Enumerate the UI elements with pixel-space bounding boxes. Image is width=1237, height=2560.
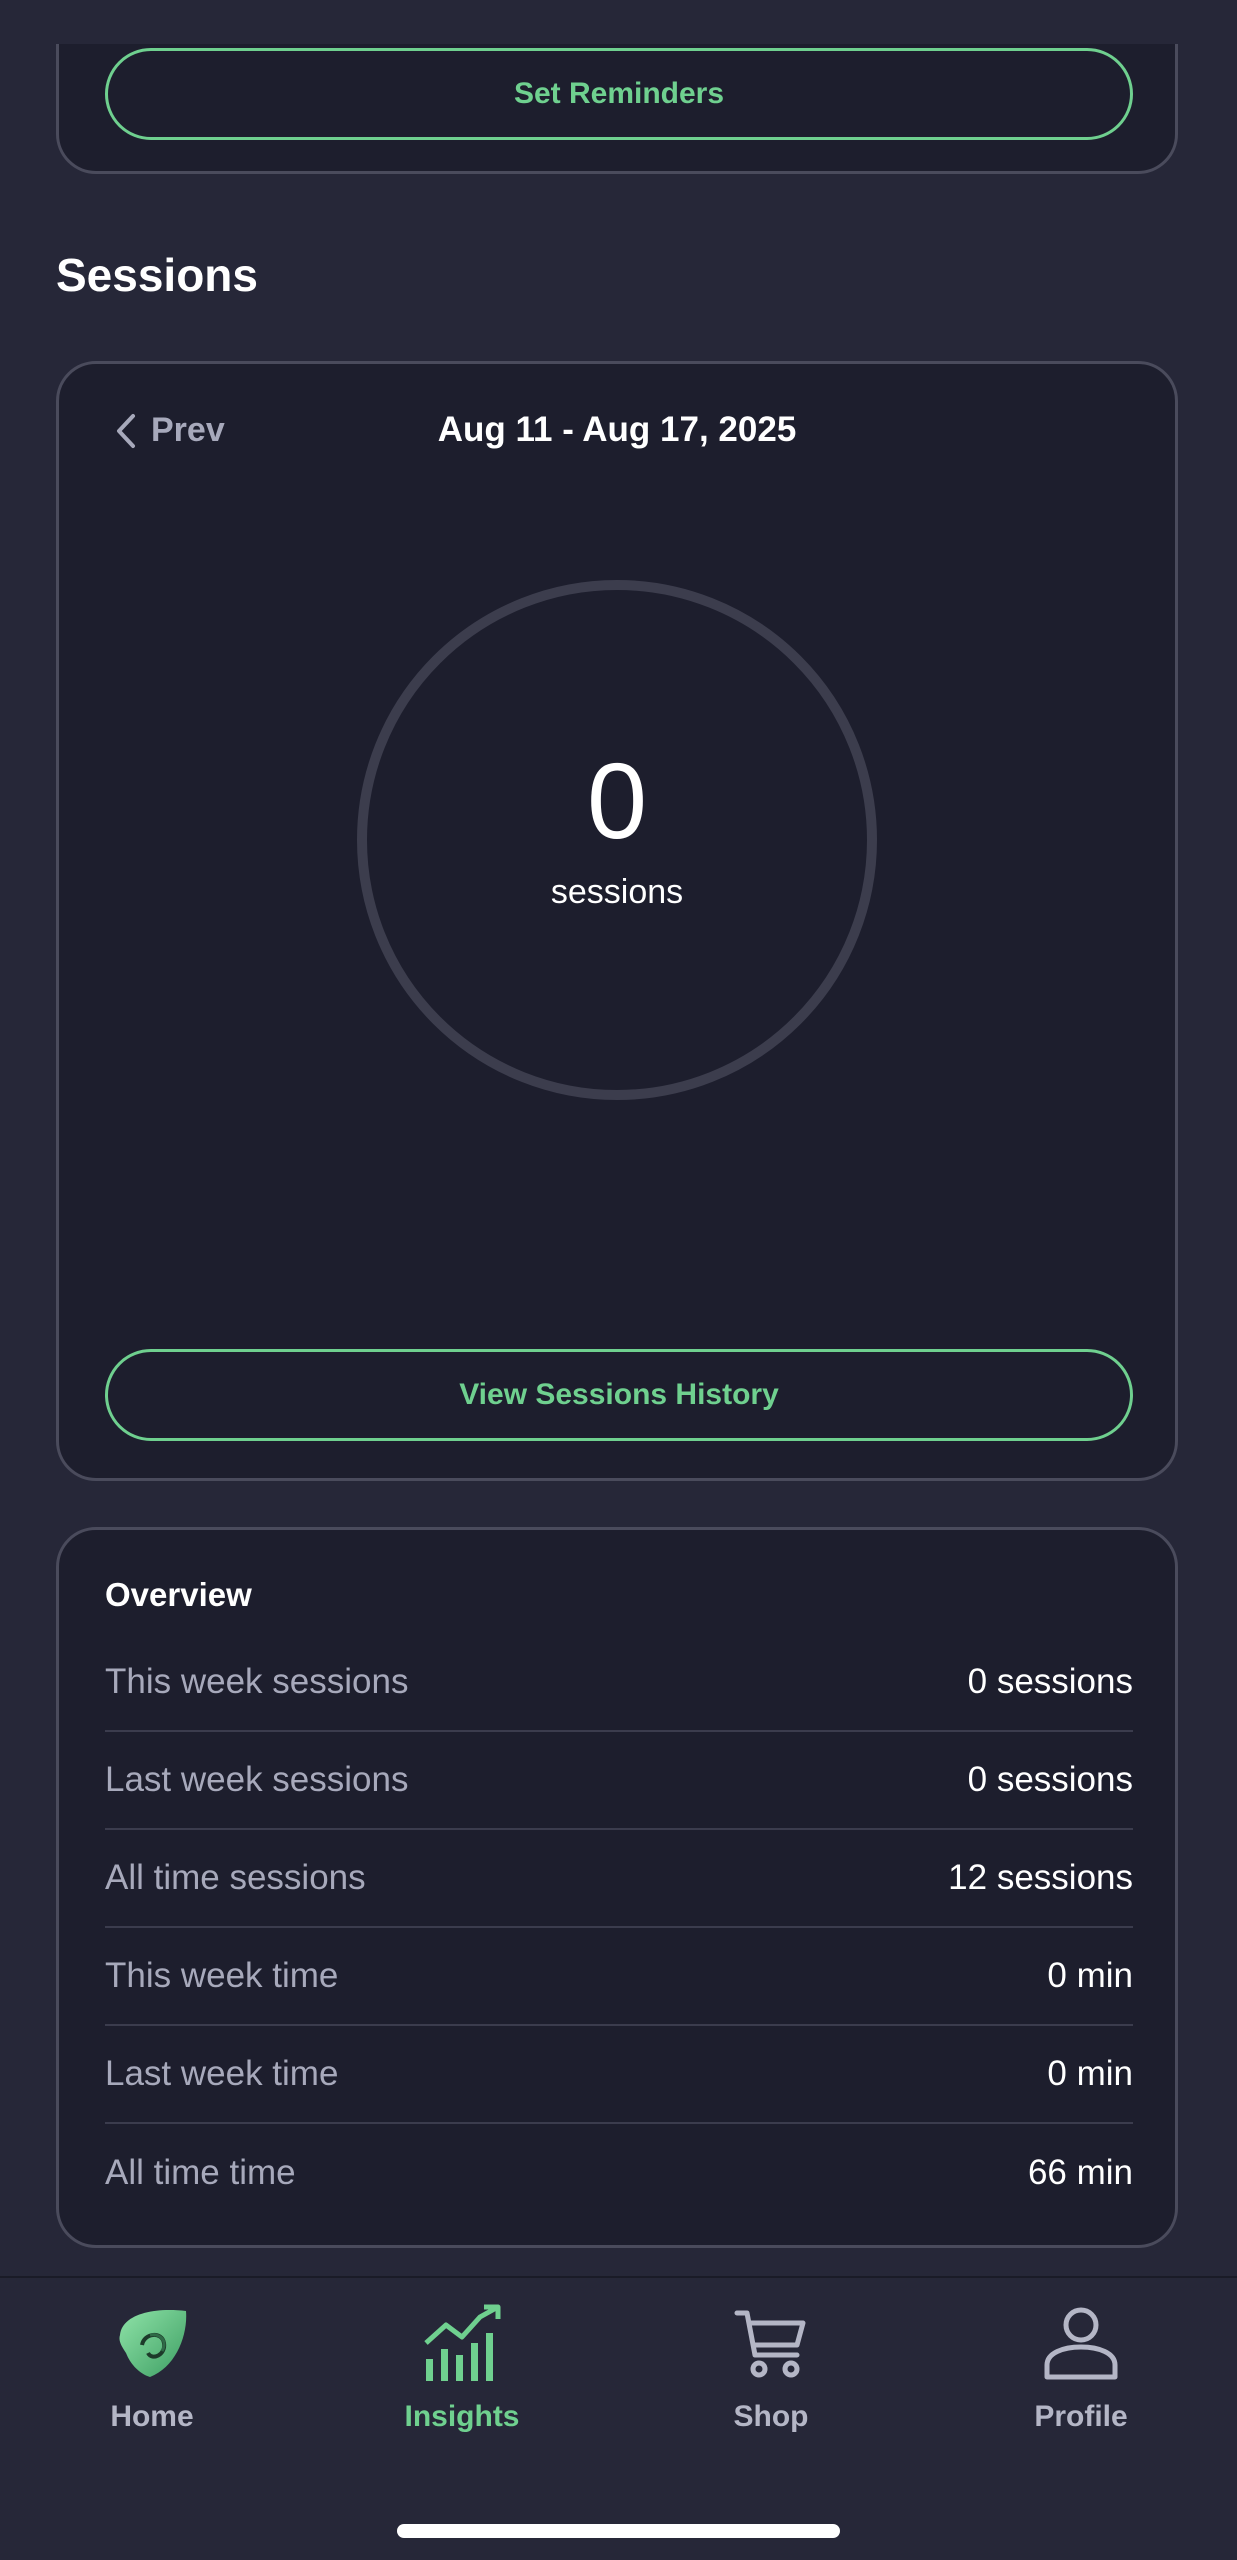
overview-list: This week sessions 0 sessions Last week … (105, 1634, 1133, 2222)
week-range: Aug 11 - Aug 17, 2025 (437, 410, 797, 449)
set-reminders-button[interactable]: Set Reminders (105, 48, 1133, 140)
person-icon (1041, 2298, 1121, 2388)
overview-row-label: All time time (105, 2153, 296, 2192)
overview-row-value: 0 min (1047, 1956, 1133, 1995)
tab-insights[interactable]: Insights (362, 2298, 562, 2448)
sessions-card: Prev Aug 11 - Aug 17, 2025 0 sessions Vi… (56, 361, 1178, 1481)
chart-icon (422, 2298, 502, 2388)
overview-card: Overview This week sessions 0 sessions L… (56, 1527, 1178, 2248)
status-bar (0, 0, 1237, 44)
tab-shop[interactable]: Shop (671, 2298, 871, 2448)
cart-icon (733, 2298, 809, 2388)
sessions-count-unit: sessions (550, 873, 684, 911)
overview-row-value: 0 sessions (967, 1760, 1133, 1799)
sessions-count: 0 (586, 740, 648, 861)
bottom-tab-bar: Home Insights Shop Profile (0, 2276, 1237, 2560)
overview-row-value: 66 min (1027, 2153, 1133, 2192)
sessions-progress-ring: 0 sessions (355, 578, 879, 1102)
overview-row: All time sessions 12 sessions (105, 1830, 1133, 1928)
overview-row-value: 12 sessions (948, 1858, 1133, 1897)
tab-profile-label: Profile (1034, 2400, 1128, 2433)
overview-row: Last week sessions 0 sessions (105, 1732, 1133, 1830)
tab-profile[interactable]: Profile (981, 2298, 1181, 2448)
overview-row-value: 0 min (1047, 2054, 1133, 2093)
home-indicator (397, 2524, 840, 2538)
overview-row-value: 0 sessions (967, 1662, 1133, 1701)
home-logo-icon (112, 2298, 192, 2388)
tab-home[interactable]: Home (52, 2298, 252, 2448)
overview-row-label: Last week sessions (105, 1760, 409, 1799)
view-sessions-history-button[interactable]: View Sessions History (105, 1349, 1133, 1441)
overview-row-label: This week sessions (105, 1662, 409, 1701)
tab-insights-label: Insights (404, 2400, 520, 2433)
tab-home-label: Home (110, 2400, 194, 2433)
sessions-section-title: Sessions (56, 249, 258, 301)
overview-row: This week sessions 0 sessions (105, 1634, 1133, 1732)
insights-screen: Set Reminders Sessions Prev Aug 11 - Aug… (0, 0, 1237, 2560)
overview-row-label: This week time (105, 1956, 339, 1995)
overview-row-label: Last week time (105, 2054, 339, 2093)
tab-shop-label: Shop (733, 2400, 809, 2433)
overview-row: This week time 0 min (105, 1928, 1133, 2026)
overview-row-label: All time sessions (105, 1858, 366, 1897)
overview-row: All time time 66 min (105, 2124, 1133, 2222)
overview-title: Overview (105, 1576, 252, 1613)
overview-row: Last week time 0 min (105, 2026, 1133, 2124)
